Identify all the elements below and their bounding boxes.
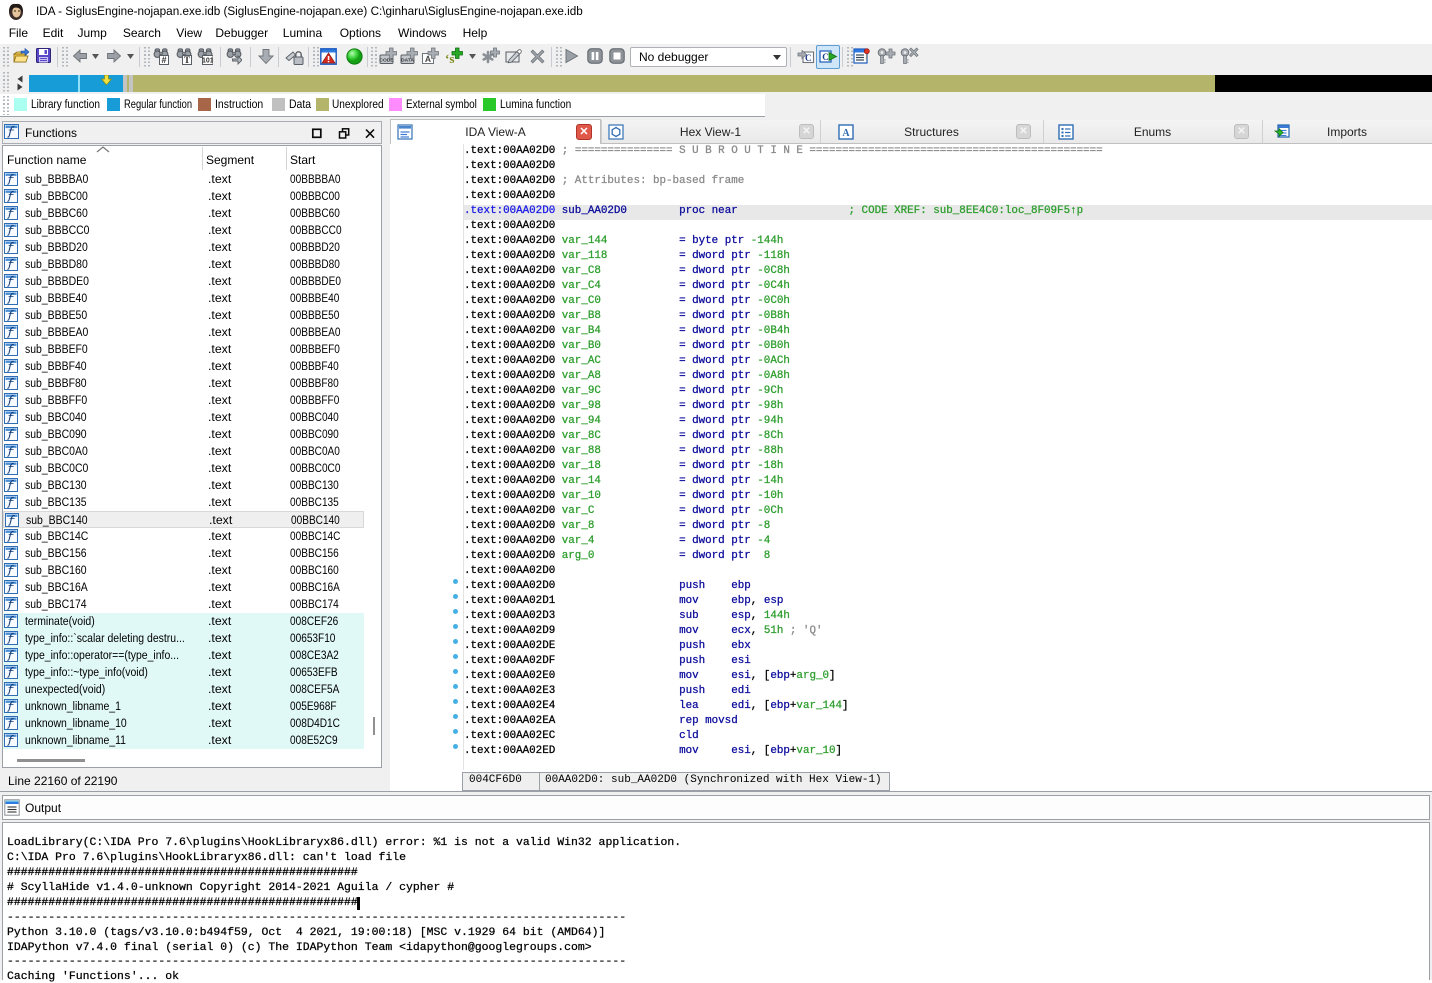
svg-text:101: 101 [202,58,213,65]
svg-text:A: A [425,54,431,64]
svg-text:#: # [161,55,166,65]
svg-text:C: C [822,52,829,62]
svg-text:T: T [184,56,191,65]
